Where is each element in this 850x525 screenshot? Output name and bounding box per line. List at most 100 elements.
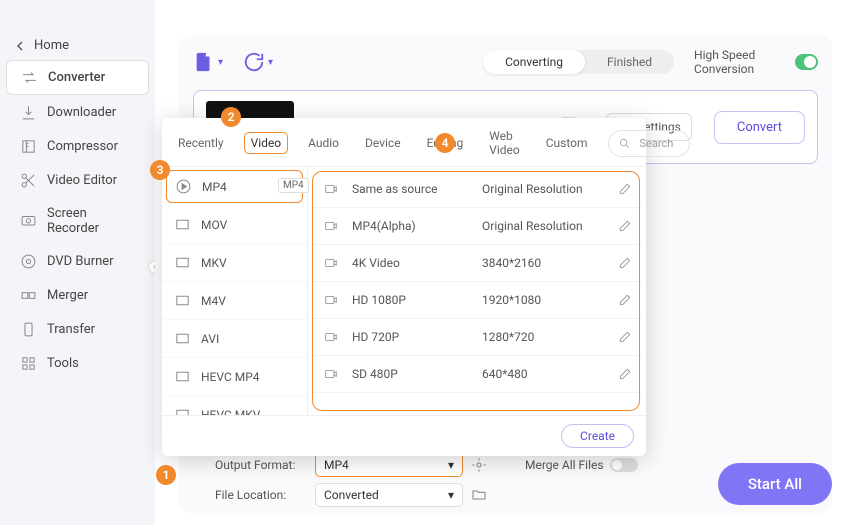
merge-toggle[interactable] [610,458,638,472]
sidebar-item-transfer[interactable]: Transfer [6,313,149,346]
disc-icon [20,253,37,270]
sidebar-item-tools[interactable]: Tools [6,347,149,380]
video-icon [322,256,340,270]
callout-2: 2 [221,107,241,127]
sidebar-item-label: DVD Burner [47,254,114,269]
file-location-value: Converted [324,488,379,502]
add-file-icon [193,51,215,73]
preset-row[interactable]: SD 480P640*480 [312,356,642,393]
sidebar-item-downloader[interactable]: Downloader [6,96,149,129]
preset-resolution: Original Resolution [482,182,618,196]
sidebar: Home Converter Downloader Compressor Vid… [0,0,155,525]
format-m4v[interactable]: M4V [162,282,307,320]
preset-row[interactable]: Same as sourceOriginal Resolution [312,171,642,208]
merge-label: Merge All Files [525,458,604,472]
recorder-icon [20,213,37,230]
sidebar-item-video-editor[interactable]: Video Editor [6,164,149,197]
callout-3: 3 [150,160,170,180]
refresh-icon [243,51,265,73]
film-icon [174,292,191,309]
compressor-icon [20,138,37,155]
video-icon [322,330,340,344]
film-icon [174,406,191,415]
transfer-icon [20,321,37,338]
hsc-toggle[interactable] [795,54,818,70]
start-all-button[interactable]: Start All [718,463,832,505]
tab-finished[interactable]: Finished [585,50,674,74]
edit-icon[interactable] [618,219,632,233]
sidebar-item-label: Compressor [47,139,118,154]
tab-converting[interactable]: Converting [483,50,585,74]
preset-name: MP4(Alpha) [352,219,482,233]
sidebar-item-label: Merger [47,288,88,303]
folder-icon[interactable] [471,487,487,503]
file-location-select[interactable]: Converted ▾ [315,483,463,507]
preset-name: Same as source [352,182,482,196]
output-format-label: Output Format: [215,458,307,472]
preset-resolution: 1280*720 [482,330,618,344]
search-placeholder: Search [634,134,680,153]
tab-device[interactable]: Device [359,133,407,153]
output-format-value: MP4 [324,458,349,472]
search-icon [619,138,630,149]
preset-row[interactable]: HD 1080P1920*1080 [312,282,642,319]
video-icon [322,182,340,196]
add-folder-button[interactable]: ▾ [243,51,273,73]
format-hevc-mkv[interactable]: HEVC MKV [162,396,307,415]
video-icon [322,293,340,307]
create-button[interactable]: Create [561,424,634,448]
grid-icon [20,355,37,372]
format-popup: Recently Video Audio Device Editing Web … [162,118,646,456]
tab-audio[interactable]: Audio [302,133,345,153]
film-icon [174,368,191,385]
edit-icon[interactable] [618,293,632,307]
tab-recently[interactable]: Recently [172,133,230,153]
chevron-left-icon [16,41,26,51]
preset-name: HD 1080P [352,293,482,307]
home-label: Home [34,38,69,53]
sidebar-item-dvd-burner[interactable]: DVD Burner [6,245,149,278]
sidebar-item-merger[interactable]: Merger [6,279,149,312]
play-icon [175,178,192,195]
tab-video[interactable]: Video [244,132,289,154]
status-segmented[interactable]: Converting Finished [483,50,674,74]
callout-1: 1 [156,465,176,485]
callout-4: 4 [435,133,455,153]
format-badge: MP4 [278,178,309,193]
preset-row[interactable]: HD 720P1280*720 [312,319,642,356]
tab-custom[interactable]: Custom [540,133,594,153]
tab-web-video[interactable]: Web Video [483,126,526,160]
search-input[interactable]: Search [608,130,691,157]
format-avi[interactable]: AVI [162,320,307,358]
edit-icon[interactable] [618,367,632,381]
sidebar-item-label: Converter [48,70,105,85]
hsc-label: High Speed Conversion [694,48,787,76]
convert-button[interactable]: Convert [714,111,805,144]
format-hevc-mp4[interactable]: HEVC MP4 [162,358,307,396]
format-mov[interactable]: MOV [162,206,307,244]
chevron-down-icon: ▾ [448,458,454,472]
format-list: MP4 MOV MKV M4V AVI HEVC MP4 HEVC MKV [162,167,308,415]
gear-icon[interactable] [471,457,487,473]
preset-name: 4K Video [352,256,482,270]
sidebar-item-converter[interactable]: Converter [6,60,149,95]
edit-icon[interactable] [618,330,632,344]
sidebar-item-compressor[interactable]: Compressor [6,130,149,163]
home-link[interactable]: Home [0,32,155,59]
scissors-icon [20,172,37,189]
sidebar-item-screen-recorder[interactable]: Screen Recorder [6,198,149,244]
edit-icon[interactable] [618,182,632,196]
add-file-button[interactable]: ▾ [193,51,223,73]
preset-row[interactable]: 4K Video3840*2160 [312,245,642,282]
sidebar-item-label: Downloader [47,105,116,120]
file-location-label: File Location: [215,488,307,502]
edit-icon[interactable] [618,256,632,270]
preset-resolution: 640*480 [482,367,618,381]
output-format-select[interactable]: MP4 ▾ [315,453,463,477]
preset-name: HD 720P [352,330,482,344]
sidebar-item-label: Video Editor [47,173,117,188]
video-icon [322,219,340,233]
merger-icon [20,287,37,304]
format-mkv[interactable]: MKV [162,244,307,282]
preset-row[interactable]: MP4(Alpha)Original Resolution [312,208,642,245]
